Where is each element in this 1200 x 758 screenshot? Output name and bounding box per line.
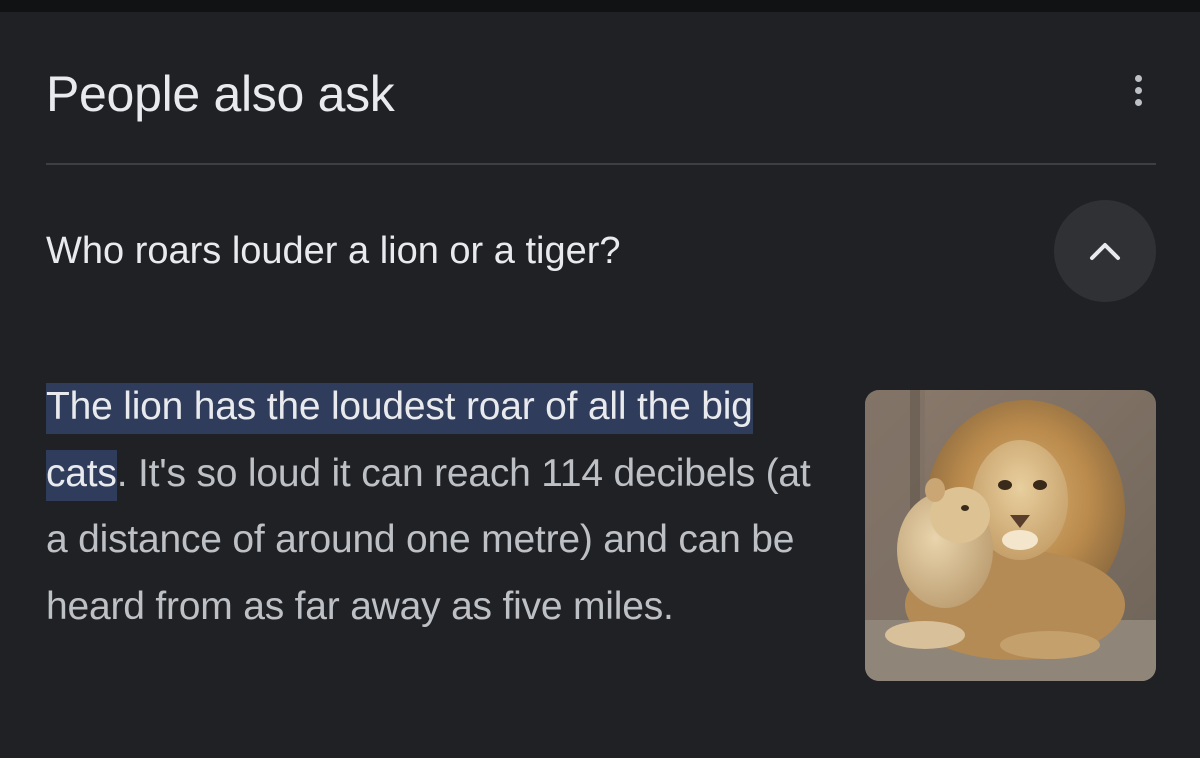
answer-text: . It's so loud it can reach 114 decibels… xyxy=(46,451,811,628)
lion-thumbnail[interactable] xyxy=(865,390,1156,681)
more-options-button[interactable] xyxy=(1118,66,1158,114)
section-title: People also ask xyxy=(46,66,395,122)
collapse-button[interactable] xyxy=(1054,200,1156,302)
question-row[interactable]: Who roars louder a lion or a tiger? xyxy=(46,200,1156,302)
vertical-dots-icon-dot-2 xyxy=(1134,86,1142,94)
vertical-dots-icon-dot-3 xyxy=(1134,98,1142,106)
lion-image xyxy=(865,390,1156,681)
top-strip xyxy=(0,0,1200,12)
vertical-dots-icon xyxy=(1134,74,1142,82)
chevron-up-icon xyxy=(1090,243,1120,260)
divider xyxy=(46,163,1156,165)
answer-snippet: The lion has the loudest roar of all the… xyxy=(46,374,836,640)
question-text: Who roars louder a lion or a tiger? xyxy=(46,230,621,272)
